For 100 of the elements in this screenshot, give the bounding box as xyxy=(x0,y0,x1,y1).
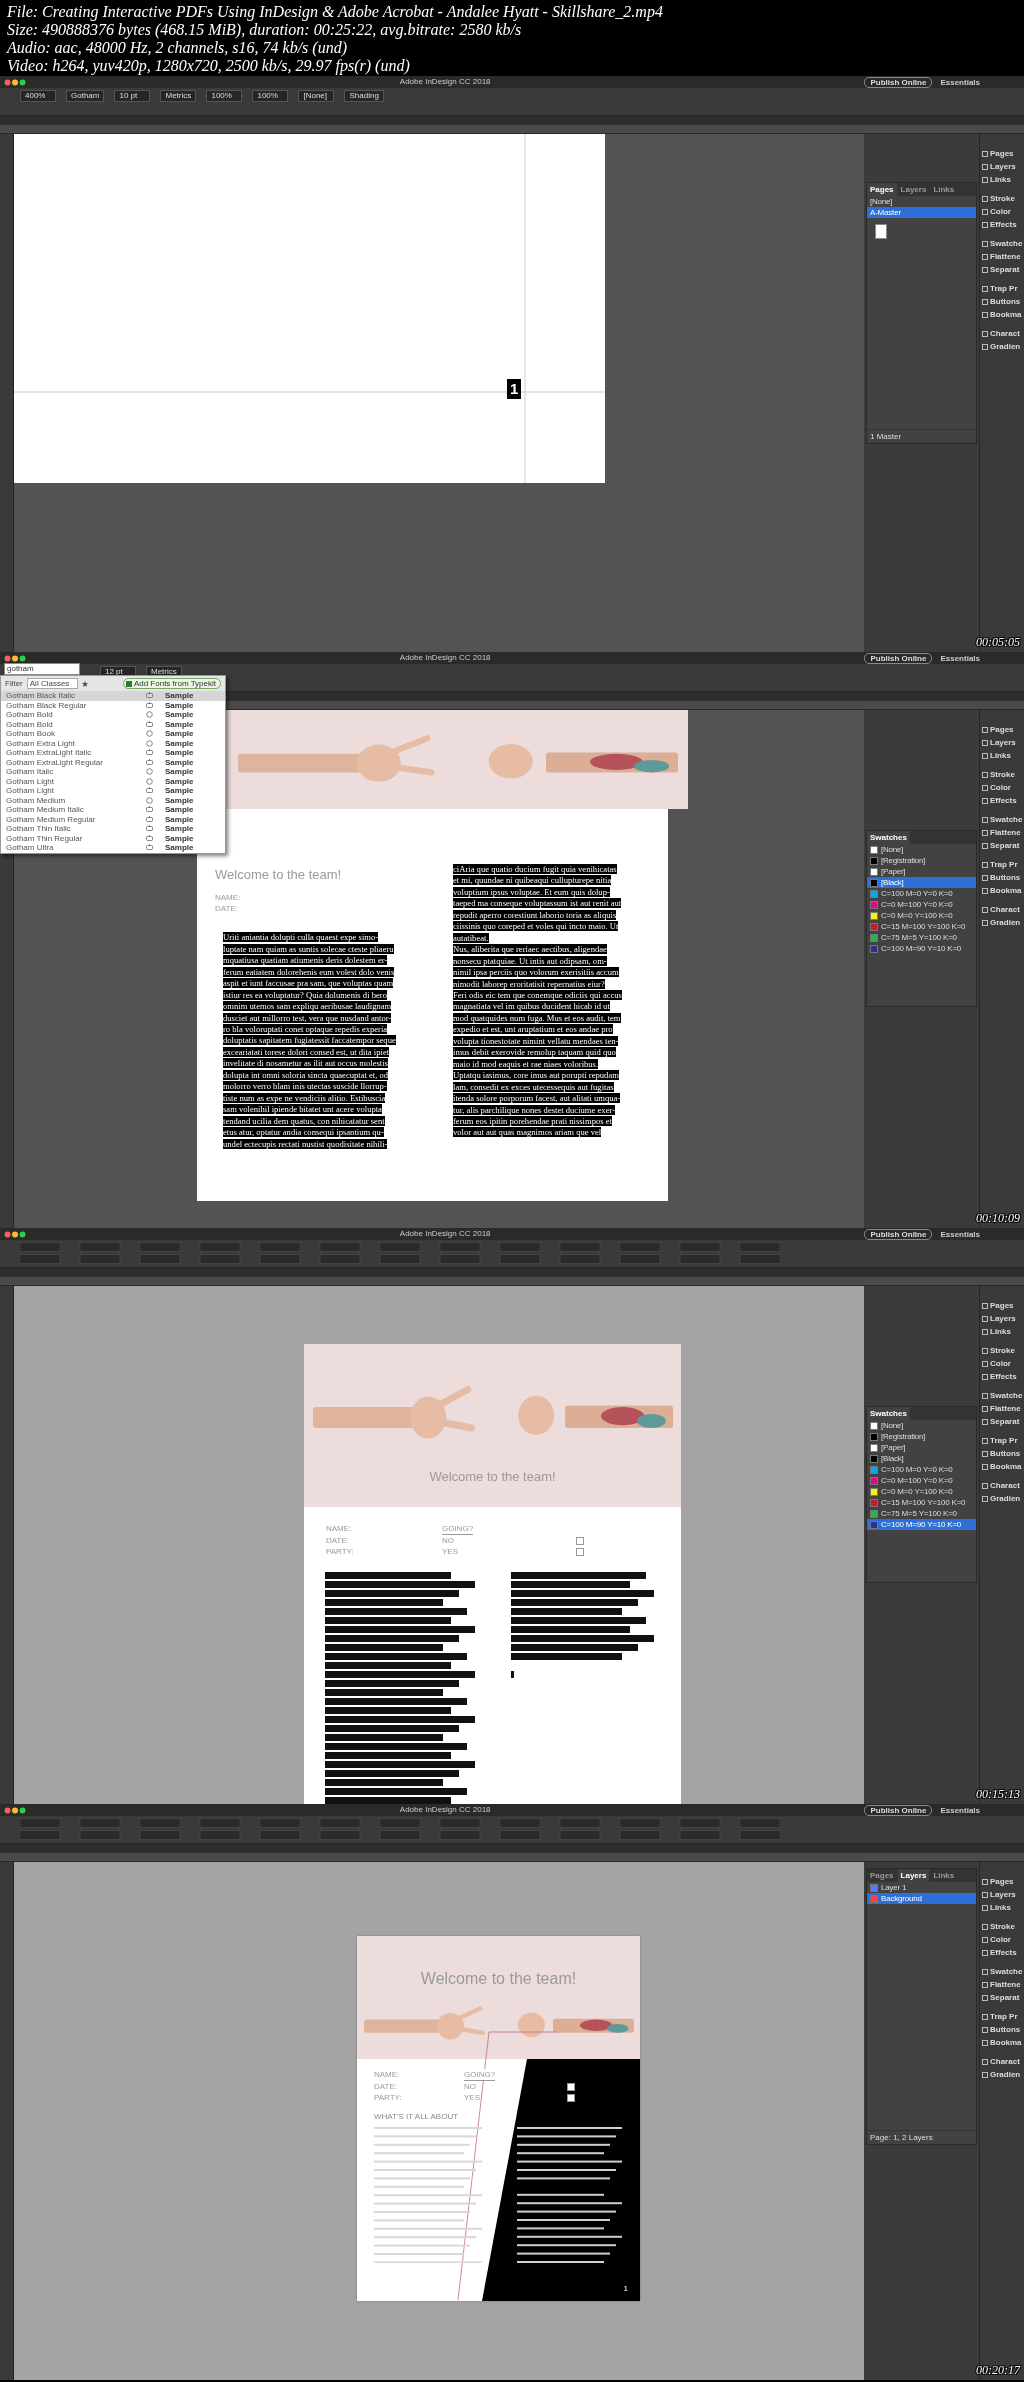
workspace-menu[interactable]: Essentials xyxy=(940,1805,980,1815)
dock-item[interactable]: Bookma xyxy=(980,2037,1022,2048)
dock-item[interactable]: Effects xyxy=(980,795,1017,806)
swatch-row[interactable]: [Black] xyxy=(867,1453,976,1464)
dock-item[interactable]: Buttons xyxy=(980,296,1021,307)
dock-item[interactable]: Separat xyxy=(980,840,1020,851)
dock-item[interactable]: Swatche xyxy=(980,1966,1023,1977)
dock-item[interactable]: Stroke xyxy=(980,1921,1015,1932)
dock-item[interactable]: Charact xyxy=(980,904,1020,915)
font-row[interactable]: Gotham Light Sample xyxy=(1,786,225,796)
checkbox[interactable] xyxy=(576,1536,585,1545)
master-row[interactable]: [None] xyxy=(867,196,976,207)
dock-item[interactable]: Pages xyxy=(980,1300,1014,1311)
dock-item[interactable]: Bookma xyxy=(980,1461,1022,1472)
dock-item[interactable]: Charact xyxy=(980,2056,1020,2067)
font-row[interactable]: Gotham Medium Sample xyxy=(1,795,225,805)
dock-item[interactable]: Effects xyxy=(980,1371,1017,1382)
dock-item[interactable]: Charact xyxy=(980,1480,1020,1491)
dock-item[interactable]: Gradien xyxy=(980,917,1021,928)
dock-item[interactable]: Trap Pr xyxy=(980,859,1018,870)
control-field[interactable]: 100% xyxy=(252,90,289,102)
panel-tab[interactable]: Swatches xyxy=(867,831,910,844)
control-field[interactable]: [None] xyxy=(298,90,335,102)
dock-item[interactable]: Separat xyxy=(980,1416,1020,1427)
dock-item[interactable]: Buttons xyxy=(980,2024,1021,2035)
panel-tab[interactable]: Layers xyxy=(897,1869,930,1882)
dock-item[interactable]: Bookma xyxy=(980,309,1022,320)
font-row[interactable]: Gotham ExtraLight Regular Sample xyxy=(1,757,225,767)
font-row[interactable]: Gotham Black Italic Sample xyxy=(1,691,225,701)
swatch-row[interactable]: [Registration] xyxy=(867,1431,976,1442)
dock-item[interactable]: Links xyxy=(980,750,1011,761)
swatch-row[interactable]: C=100 M=90 Y=10 K=0 xyxy=(867,943,976,954)
dock-item[interactable]: Charact xyxy=(980,328,1020,339)
dock-item[interactable]: Swatche xyxy=(980,1390,1023,1401)
dock-item[interactable]: Flattene xyxy=(980,251,1021,262)
dock-item[interactable]: Trap Pr xyxy=(980,1435,1018,1446)
control-field[interactable]: Shading xyxy=(344,90,384,102)
control-field[interactable]: 400% xyxy=(20,90,56,102)
publish-online-button[interactable]: Publish Online xyxy=(864,1804,933,1816)
add-fonts-button[interactable]: Add Fonts from Typekit xyxy=(122,678,221,689)
dock-item[interactable]: Links xyxy=(980,174,1011,185)
dock-item[interactable]: Effects xyxy=(980,1947,1017,1958)
swatch-row[interactable]: [Registration] xyxy=(867,855,976,866)
dock-item[interactable]: Color xyxy=(980,1934,1011,1945)
dock-item[interactable]: Flattene xyxy=(980,827,1021,838)
font-row[interactable]: Gotham Extra Light Sample xyxy=(1,738,225,748)
dock-item[interactable]: Trap Pr xyxy=(980,2011,1018,2022)
font-row[interactable]: Gotham Book Sample xyxy=(1,729,225,739)
workspace-menu[interactable]: Essentials xyxy=(940,77,980,87)
swatch-row[interactable]: C=75 M=5 Y=100 K=0 xyxy=(867,932,976,943)
font-row[interactable]: Gotham Thin Regular Sample xyxy=(1,833,225,843)
swatch-row[interactable]: C=0 M=0 Y=100 K=0 xyxy=(867,1486,976,1497)
dock-item[interactable]: Links xyxy=(980,1902,1011,1913)
panel-tab[interactable]: Swatches xyxy=(867,1407,910,1420)
dock-item[interactable]: Buttons xyxy=(980,1448,1021,1459)
control-field[interactable]: Metrics xyxy=(160,90,197,102)
control-field[interactable]: 100% xyxy=(206,90,243,102)
publish-online-button[interactable]: Publish Online xyxy=(864,1228,933,1240)
swatch-row[interactable]: C=100 M=0 Y=0 K=0 xyxy=(867,1464,976,1475)
swatch-row[interactable]: C=0 M=100 Y=0 K=0 xyxy=(867,1475,976,1486)
layer-row[interactable]: Layer 1 xyxy=(867,1882,976,1893)
swatch-row[interactable]: C=15 M=100 Y=100 K=0 xyxy=(867,921,976,932)
font-row[interactable]: Gotham Medium Italic Sample xyxy=(1,805,225,815)
dock-item[interactable]: Separat xyxy=(980,264,1020,275)
dock-item[interactable]: Separat xyxy=(980,1992,1020,2003)
swatch-row[interactable]: C=0 M=0 Y=100 K=0 xyxy=(867,910,976,921)
swatch-row[interactable]: C=100 M=0 Y=0 K=0 xyxy=(867,888,976,899)
font-row[interactable]: Gotham Italic Sample xyxy=(1,767,225,777)
font-search-field[interactable]: gotham xyxy=(4,663,80,675)
font-row[interactable]: Gotham Medium Regular Sample xyxy=(1,814,225,824)
swatch-row[interactable]: [None] xyxy=(867,1420,976,1431)
dock-item[interactable]: Gradien xyxy=(980,341,1021,352)
dock-item[interactable]: Color xyxy=(980,782,1011,793)
swatch-row[interactable]: C=75 M=5 Y=100 K=0 xyxy=(867,1508,976,1519)
dock-item[interactable]: Bookma xyxy=(980,885,1022,896)
font-row[interactable]: Gotham Black Regular Sample xyxy=(1,700,225,710)
dock-item[interactable]: Stroke xyxy=(980,193,1015,204)
dock-item[interactable]: Trap Pr xyxy=(980,283,1018,294)
panel-tab[interactable]: Pages xyxy=(867,183,897,196)
checkbox[interactable] xyxy=(576,1548,585,1556)
swatch-row[interactable]: [Paper] xyxy=(867,1442,976,1453)
workspace-menu[interactable]: Essentials xyxy=(940,653,980,663)
font-row[interactable]: Gotham Bold Sample xyxy=(1,710,225,720)
dock-item[interactable]: Flattene xyxy=(980,1403,1021,1414)
dock-item[interactable]: Gradien xyxy=(980,1493,1021,1504)
swatch-row[interactable]: C=0 M=100 Y=0 K=0 xyxy=(867,899,976,910)
dock-item[interactable]: Layers xyxy=(980,1889,1016,1900)
font-row[interactable]: Gotham Ultra Sample xyxy=(1,843,225,853)
dock-item[interactable]: Stroke xyxy=(980,1345,1015,1356)
swatch-row[interactable]: [Black] xyxy=(867,877,976,888)
checkbox[interactable] xyxy=(566,2094,575,2102)
dock-item[interactable]: Swatche xyxy=(980,238,1023,249)
dock-item[interactable]: Buttons xyxy=(980,872,1021,883)
layer-row[interactable]: Background xyxy=(867,1893,976,1904)
dock-item[interactable]: Stroke xyxy=(980,769,1015,780)
dock-item[interactable]: Swatche xyxy=(980,814,1023,825)
dock-item[interactable]: Pages xyxy=(980,148,1014,159)
publish-online-button[interactable]: Publish Online xyxy=(864,76,933,88)
dock-item[interactable]: Pages xyxy=(980,724,1014,735)
dock-item[interactable]: Layers xyxy=(980,161,1016,172)
